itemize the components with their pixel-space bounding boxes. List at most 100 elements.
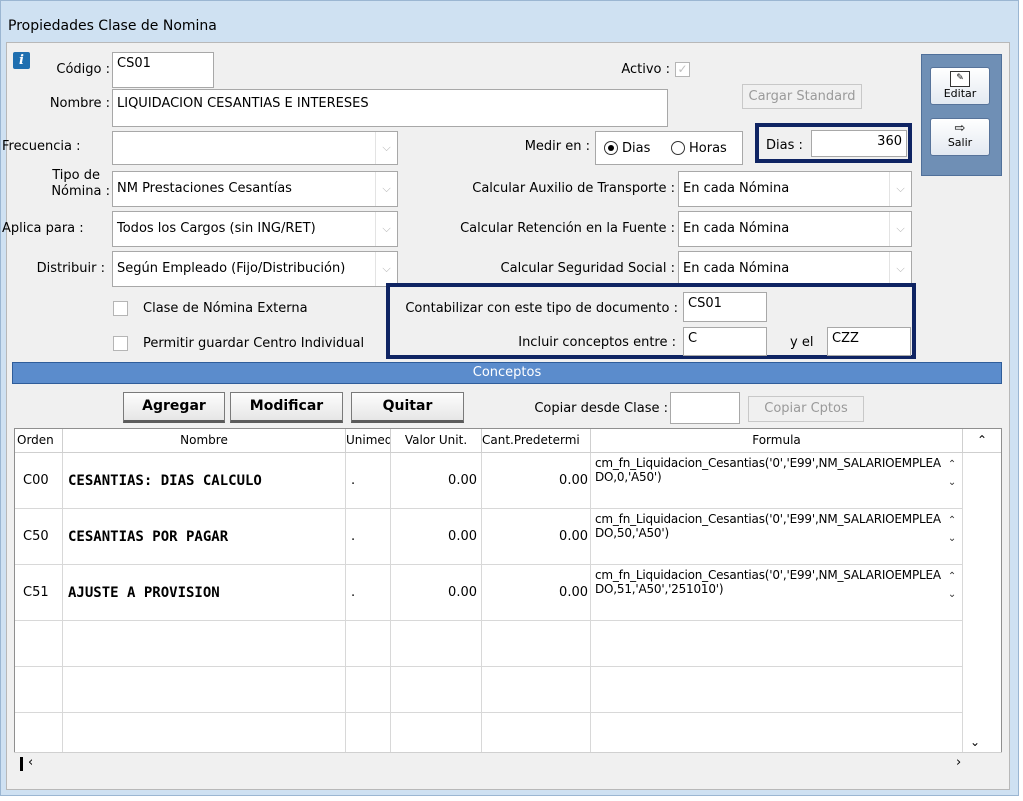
contabilizar-field[interactable]: CS01	[683, 292, 767, 322]
frecuencia-select[interactable]: ⌵	[112, 131, 398, 165]
column-header-unimed[interactable]: Unimed	[346, 429, 391, 453]
empty-row-cell[interactable]	[15, 713, 63, 753]
distribuir-select[interactable]: Según Empleado (Fijo/Distribución) ⌵	[112, 251, 398, 287]
aplica-value: Todos los Cargos (sin ING/RET)	[117, 221, 316, 236]
retencion-select[interactable]: En cada Nómina ⌵	[678, 211, 912, 247]
distribuir-value: Según Empleado (Fijo/Distribución)	[117, 261, 346, 276]
table-row-c51-valor[interactable]: 0.00	[391, 565, 482, 621]
formula-down-icon[interactable]: ⌄	[946, 475, 958, 491]
table-row-c50-formula[interactable]: cm_fn_Liquidacion_Cesantias('0','E99',NM…	[591, 509, 963, 565]
empty-row-cell[interactable]	[482, 713, 591, 753]
incluir-to-field[interactable]: CZZ	[827, 327, 911, 356]
formula-down-icon[interactable]: ⌄	[946, 587, 958, 603]
tipo-label-line2: Nómina :	[51, 184, 110, 199]
table-row-c00-formula[interactable]: cm_fn_Liquidacion_Cesantias('0','E99',NM…	[591, 453, 963, 509]
codigo-field[interactable]: CS01	[112, 52, 214, 88]
activo-checkbox[interactable]: ✓	[675, 62, 690, 77]
table-row-c50-valor[interactable]: 0.00	[391, 509, 482, 565]
table-row-c50-cant[interactable]: 0.00	[482, 509, 591, 565]
formula-up-icon[interactable]: ⌃	[946, 569, 958, 585]
tipo-nomina-select[interactable]: NM Prestaciones Cesantías ⌵	[112, 171, 398, 207]
radio-horas-label: Horas	[689, 141, 727, 156]
editar-button[interactable]: ✎ Editar	[930, 67, 990, 105]
empty-row-cell[interactable]	[591, 621, 963, 667]
empty-row-cell[interactable]	[15, 621, 63, 667]
table-row-c51-unimed[interactable]: .	[346, 565, 391, 621]
nombre-label: Nombre :	[49, 96, 110, 111]
table-row-c51-nombre[interactable]: AJUSTE A PROVISION	[63, 565, 346, 621]
cargar-standard-button[interactable]: Cargar Standard	[742, 84, 862, 109]
table-row-c51-cant[interactable]: 0.00	[482, 565, 591, 621]
empty-row-cell[interactable]	[591, 667, 963, 713]
radio-horas[interactable]	[671, 141, 685, 155]
seguridad-select[interactable]: En cada Nómina ⌵	[678, 251, 912, 287]
aplica-select[interactable]: Todos los Cargos (sin ING/RET) ⌵	[112, 211, 398, 247]
empty-row-cell[interactable]	[63, 667, 346, 713]
chevron-down-icon: ⌵	[889, 172, 911, 206]
radio-dias[interactable]	[604, 141, 618, 155]
table-row-c51-orden[interactable]: C51	[15, 565, 63, 621]
empty-row-cell[interactable]	[63, 621, 346, 667]
table-row-c50-nombre[interactable]: CESANTIAS POR PAGAR	[63, 509, 346, 565]
grid-scroll-down-icon[interactable]: ⌄	[970, 735, 980, 749]
scroll-right-icon[interactable]: ›	[956, 755, 961, 770]
table-row-c51-formula[interactable]: cm_fn_Liquidacion_Cesantias('0','E99',NM…	[591, 565, 963, 621]
empty-row-cell[interactable]	[63, 713, 346, 753]
empty-row-cell[interactable]	[346, 621, 391, 667]
centro-checkbox[interactable]	[113, 336, 128, 351]
incluir-from-field[interactable]: C	[683, 327, 767, 356]
auxilio-label: Calcular Auxilio de Transporte :	[472, 181, 675, 196]
dias-highlight-box: Dias : 360	[755, 123, 912, 163]
table-row-c50-orden[interactable]: C50	[15, 509, 63, 565]
dias-field[interactable]: 360	[811, 130, 907, 157]
contabilizar-label: Contabilizar con este tipo de documento …	[405, 301, 678, 316]
table-row-c50-unimed[interactable]: .	[346, 509, 391, 565]
auxilio-select[interactable]: En cada Nómina ⌵	[678, 171, 912, 207]
nombre-field[interactable]: LIQUIDACION CESANTIAS E INTERESES	[112, 89, 668, 127]
codigo-label: Código :	[56, 62, 110, 77]
empty-row-cell[interactable]	[346, 667, 391, 713]
modificar-button[interactable]: Modificar	[230, 392, 343, 423]
incluir-label: Incluir conceptos entre :	[518, 335, 676, 350]
formula-text: cm_fn_Liquidacion_Cesantias('0','E99',NM…	[595, 568, 941, 596]
seguridad-label: Calcular Seguridad Social :	[500, 261, 675, 276]
column-header-valor[interactable]: Valor Unit.	[391, 429, 482, 453]
editar-label: Editar	[943, 87, 977, 100]
centro-label: Permitir guardar Centro Individual	[143, 336, 365, 351]
agregar-button[interactable]: Agregar	[123, 392, 225, 423]
column-header-nombre[interactable]: Nombre	[63, 429, 346, 453]
empty-row-cell[interactable]	[391, 621, 482, 667]
empty-row-cell[interactable]	[346, 713, 391, 753]
horizontal-scrollbar[interactable]: ‹ ›	[14, 752, 1002, 774]
formula-down-icon[interactable]: ⌄	[946, 531, 958, 547]
empty-row-cell[interactable]	[391, 667, 482, 713]
table-row-c00-nombre[interactable]: CESANTIAS: DIAS CALCULO	[63, 453, 346, 509]
salir-button[interactable]: ⇨ Salir	[930, 118, 990, 156]
exit-door-icon: ⇨	[954, 121, 966, 136]
empty-row-cell[interactable]	[391, 713, 482, 753]
grid-scroll-up-icon[interactable]: ⌃	[963, 429, 1001, 453]
column-header-formula[interactable]: Formula	[591, 429, 963, 453]
empty-row-cell[interactable]	[482, 621, 591, 667]
quitar-button[interactable]: Quitar	[351, 392, 464, 423]
tipo-nomina-value: NM Prestaciones Cesantías	[117, 181, 292, 196]
table-row-c00-cant[interactable]: 0.00	[482, 453, 591, 509]
empty-row-cell[interactable]	[482, 667, 591, 713]
table-row-c00-valor[interactable]: 0.00	[391, 453, 482, 509]
column-header-orden[interactable]: Orden	[15, 429, 63, 453]
chevron-down-icon: ⌵	[889, 212, 911, 246]
empty-row-cell[interactable]	[15, 667, 63, 713]
externa-checkbox[interactable]	[113, 301, 128, 316]
empty-row-cell[interactable]	[591, 713, 963, 753]
auxilio-value: En cada Nómina	[683, 181, 790, 196]
dias-label: Dias :	[766, 138, 803, 153]
chevron-down-icon: ⌵	[375, 252, 397, 286]
scroll-left-icon[interactable]: ‹	[28, 755, 33, 770]
table-row-c00-unimed[interactable]: .	[346, 453, 391, 509]
table-row-c00-orden[interactable]: C00	[15, 453, 63, 509]
column-header-cant[interactable]: Cant.Predetermi	[482, 429, 591, 453]
copiar-clase-field[interactable]	[670, 392, 740, 424]
formula-up-icon[interactable]: ⌃	[946, 513, 958, 529]
copiar-cptos-button[interactable]: Copiar Cptos	[748, 396, 864, 422]
formula-up-icon[interactable]: ⌃	[946, 457, 958, 473]
